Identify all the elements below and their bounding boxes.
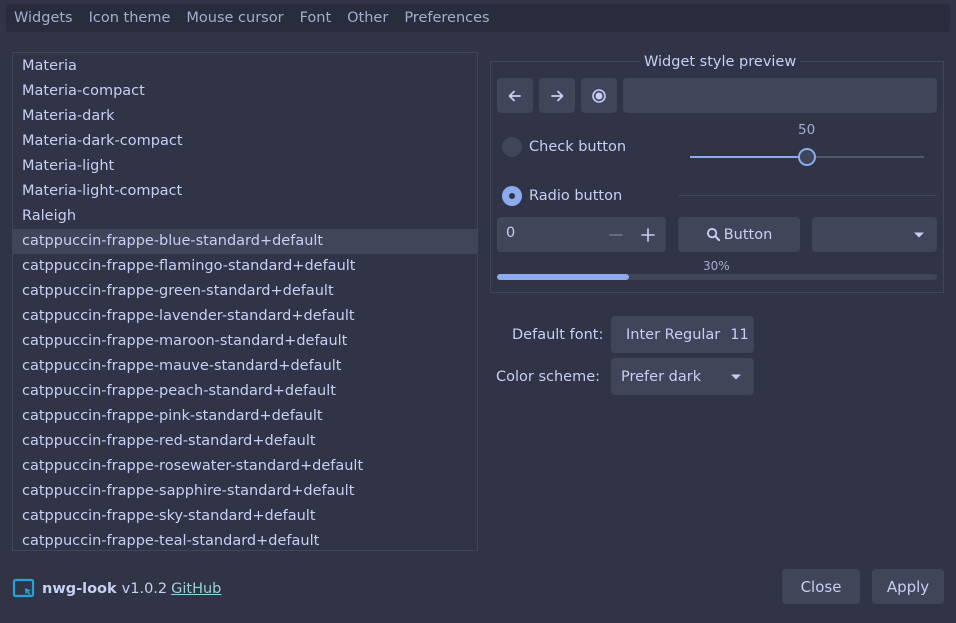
minus-icon[interactable]: [608, 227, 624, 243]
radio-button[interactable]: [502, 186, 522, 206]
list-item[interactable]: catppuccin-frappe-peach-standard+default: [13, 379, 477, 404]
list-item[interactable]: catppuccin-frappe-rosewater-standard+def…: [13, 454, 477, 479]
tab-icon-theme[interactable]: Icon theme: [83, 4, 177, 32]
list-item[interactable]: Materia: [13, 54, 477, 79]
progress-text: 30%: [703, 259, 730, 273]
tab-preferences[interactable]: Preferences: [398, 4, 495, 32]
radio-button-label: Radio button: [529, 188, 623, 204]
arrow-left-icon: [508, 90, 521, 101]
list-item[interactable]: catppuccin-frappe-red-standard+default: [13, 429, 477, 454]
theme-list[interactable]: Materia Materia-compact Materia-dark Materi…: [12, 52, 478, 551]
search-icon: [706, 227, 720, 242]
spin-value: 0: [506, 225, 516, 241]
font-button[interactable]: Inter Regular 11: [611, 316, 754, 353]
list-item[interactable]: catppuccin-frappe-mauve-standard+default: [13, 354, 477, 379]
list-item[interactable]: catppuccin-frappe-blue-standard+default: [13, 229, 477, 254]
list-item[interactable]: Raleigh: [13, 204, 477, 229]
about-line: nwg-look v1.0.2 GitHub: [12, 578, 221, 600]
back-button[interactable]: [497, 78, 533, 113]
apply-button[interactable]: Apply: [872, 569, 944, 604]
list-item[interactable]: catppuccin-frappe-flamingo-standard+defa…: [13, 254, 477, 279]
tab-font[interactable]: Font: [294, 4, 338, 32]
app-name: nwg-look: [42, 581, 117, 597]
slider-fill: [690, 156, 807, 158]
slider-knob[interactable]: [798, 148, 816, 166]
font-name: Inter Regular: [626, 326, 721, 343]
list-item[interactable]: Materia-compact: [13, 79, 477, 104]
check-button-label: Check button: [529, 139, 627, 155]
list-item[interactable]: catppuccin-frappe-sky-standard+default: [13, 504, 477, 529]
color-scheme-label: Color scheme:: [496, 369, 601, 385]
chevron-down-icon: [731, 374, 741, 380]
list-item[interactable]: Materia-dark: [13, 104, 477, 129]
spin-button[interactable]: 0: [497, 217, 666, 252]
slider-value: 50: [798, 122, 816, 138]
default-font-label: Default font:: [512, 327, 604, 343]
app-version: v1.0.2: [121, 581, 168, 597]
plus-icon[interactable]: [640, 227, 656, 243]
tab-other[interactable]: Other: [341, 4, 394, 32]
list-item[interactable]: catppuccin-frappe-maroon-standard+defaul…: [13, 329, 477, 354]
color-scheme-value: Prefer dark: [621, 368, 702, 385]
close-button[interactable]: Close: [782, 569, 860, 604]
tab-mouse-cursor[interactable]: Mouse cursor: [180, 4, 289, 32]
list-item[interactable]: Materia-dark-compact: [13, 129, 477, 154]
progress-fill: [497, 274, 629, 280]
radio-dot: [509, 193, 515, 199]
chevron-down-icon: [914, 232, 924, 238]
tab-widgets[interactable]: Widgets: [8, 4, 79, 32]
preview-text-entry[interactable]: [623, 78, 937, 113]
font-size: 11: [730, 326, 749, 343]
color-scheme-dropdown[interactable]: Prefer dark: [611, 358, 754, 395]
app-logo-icon: [12, 578, 35, 598]
list-item[interactable]: catppuccin-frappe-green-standard+default: [13, 279, 477, 304]
widget-preview-title: Widget style preview: [640, 52, 801, 72]
list-item[interactable]: catppuccin-frappe-pink-standard+default: [13, 404, 477, 429]
arrow-right-icon: [551, 90, 564, 101]
combo-box[interactable]: [812, 217, 937, 252]
list-item[interactable]: Materia-light: [13, 154, 477, 179]
list-item[interactable]: catppuccin-frappe-teal-standard+default: [13, 529, 477, 550]
search-button[interactable]: Button: [678, 217, 800, 252]
tab-bar: Widgets Icon theme Mouse cursor Font Oth…: [6, 4, 950, 32]
list-item[interactable]: catppuccin-frappe-sapphire-standard+defa…: [13, 479, 477, 504]
record-button[interactable]: [581, 78, 617, 113]
record-icon: [592, 88, 606, 103]
forward-button[interactable]: [539, 78, 575, 113]
github-link[interactable]: GitHub: [171, 581, 221, 597]
separator: [678, 195, 937, 196]
check-button-box[interactable]: [502, 137, 522, 157]
list-item[interactable]: catppuccin-frappe-lavender-standard+defa…: [13, 304, 477, 329]
search-button-label: Button: [723, 226, 773, 243]
list-item[interactable]: Materia-light-compact: [13, 179, 477, 204]
